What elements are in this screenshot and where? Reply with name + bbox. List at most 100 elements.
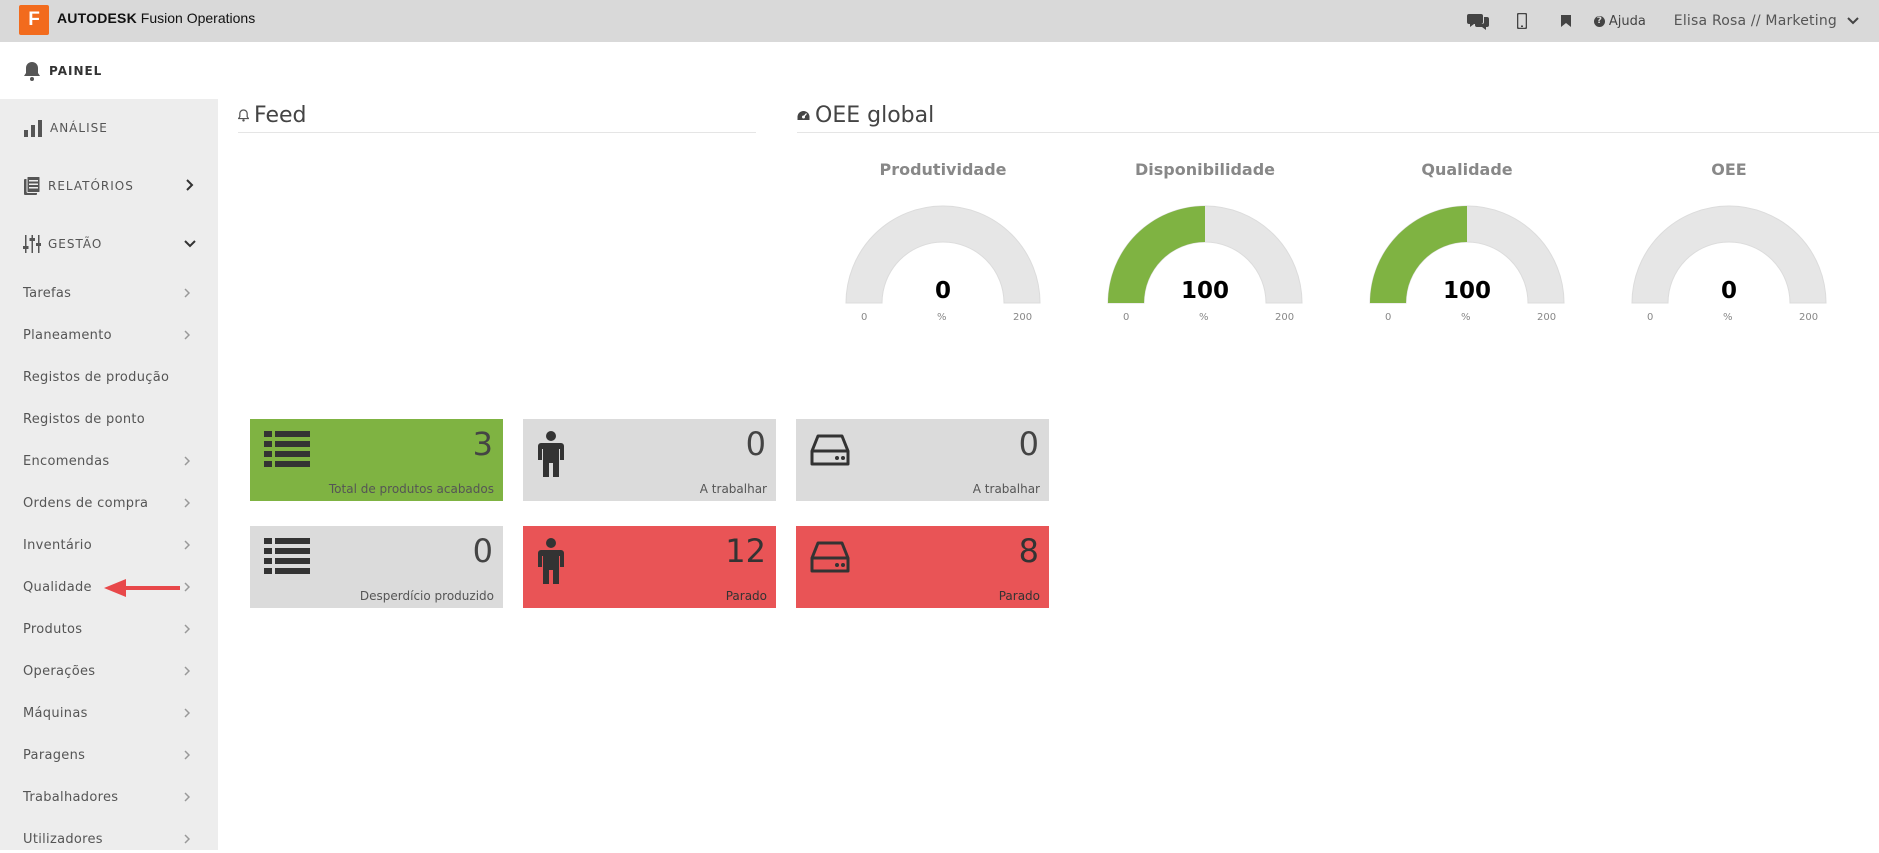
list-icon (264, 431, 310, 467)
sidebar-item-utilizadores[interactable]: Utilizadores (0, 825, 218, 853)
tile-value: 8 (1018, 532, 1039, 570)
chevron-right-icon (184, 582, 190, 592)
sidebar-section-label: RELATÓRIOS (48, 179, 134, 193)
gauge-min: 0 (861, 312, 868, 323)
tile-trabalhadores-parado[interactable]: 12 Parado (523, 526, 776, 608)
chevron-right-icon (184, 540, 190, 550)
chevron-right-icon (184, 708, 190, 718)
sidebar-item-label: Utilizadores (23, 831, 103, 847)
gauge-value: 100 (1442, 278, 1491, 304)
sidebar-item-tarefas[interactable]: Tarefas (0, 279, 218, 307)
brand-product: Fusion Operations (140, 10, 256, 26)
sidebar-item-registos-producao[interactable]: Registos de produção (0, 363, 218, 391)
painel-label: PAINEL (49, 63, 103, 78)
chevron-right-icon (184, 456, 190, 466)
brand-bold: AUTODESK (57, 10, 137, 26)
gauge-produtividade: Produtividade 0 0 % 200 (833, 160, 1053, 330)
sidebar-item-maquinas[interactable]: Máquinas (0, 699, 218, 727)
chevron-right-icon (184, 288, 190, 298)
sidebar-item-label: Ordens de compra (23, 495, 149, 511)
tile-label: Total de produtos acabados (328, 482, 494, 496)
painel-nav[interactable]: PAINEL (0, 42, 1879, 99)
gauge-min: 0 (1123, 312, 1130, 323)
sidebar-item-encomendas[interactable]: Encomendas (0, 447, 218, 475)
bookmark-icon[interactable] (1544, 0, 1588, 42)
list-icon (264, 538, 310, 574)
chevron-right-icon (184, 792, 190, 802)
sidebar-section-relatorios[interactable]: RELATÓRIOS (0, 166, 218, 206)
sidebar-item-registos-ponto[interactable]: Registos de ponto (0, 405, 218, 433)
gauge-min: 0 (1647, 312, 1654, 323)
gauge-max: 200 (1799, 312, 1819, 323)
tile-value: 12 (725, 532, 766, 570)
gauge-max: 200 (1275, 312, 1295, 323)
gauge-oee: OEE 0 0 % 200 (1619, 160, 1839, 330)
machine-icon (810, 434, 850, 466)
sidebar-item-label: Registos de ponto (23, 411, 146, 427)
sidebar: ANÁLISE RELATÓRIOS GESTÃO Tarefas Planea… (0, 99, 218, 850)
top-bar: F AUTODESK Fusion Operations ? Ajuda Eli… (0, 0, 1879, 42)
sidebar-item-inventario[interactable]: Inventário (0, 531, 218, 559)
sidebar-item-planeamento[interactable]: Planeamento (0, 321, 218, 349)
gauge-value: 0 (1720, 278, 1737, 304)
gauge-value: 100 (1180, 278, 1229, 304)
sidebar-item-label: Trabalhadores (23, 789, 119, 805)
question-icon: ? (1593, 15, 1605, 27)
worker-icon (538, 538, 564, 584)
chevron-right-icon (184, 834, 190, 844)
sidebar-item-label: Encomendas (23, 453, 110, 469)
tile-desperdicio[interactable]: 0 Desperdício produzido (250, 526, 503, 608)
feed-header: Feed (238, 99, 756, 133)
sidebar-item-label: Paragens (23, 747, 86, 763)
sidebar-section-label: GESTÃO (48, 237, 103, 251)
tile-value: 0 (745, 425, 766, 463)
sidebar-section-analise[interactable]: ANÁLISE (0, 108, 218, 148)
bell-icon (24, 61, 40, 81)
tile-label: Parado (998, 589, 1040, 603)
mobile-icon[interactable] (1500, 0, 1544, 42)
chevron-right-icon (184, 330, 190, 340)
chevron-right-icon (186, 179, 194, 191)
worker-icon (538, 431, 564, 477)
sidebar-item-operacoes[interactable]: Operações (0, 657, 218, 685)
feed-title: Feed (254, 103, 307, 128)
tile-maquinas-parado[interactable]: 8 Parado (796, 526, 1049, 608)
sidebar-item-ordens-compra[interactable]: Ordens de compra (0, 489, 218, 517)
gauge-unit: % (1199, 312, 1209, 323)
dashboard-icon (797, 111, 810, 120)
tile-maquinas-a-trabalhar[interactable]: 0 A trabalhar (796, 419, 1049, 501)
gauge-title: Disponibilidade (1134, 160, 1276, 179)
oee-title: OEE global (815, 103, 935, 128)
tile-label: A trabalhar (699, 482, 767, 496)
chevron-right-icon (184, 666, 190, 676)
chevron-right-icon (184, 498, 190, 508)
gauge-title: OEE (1711, 160, 1747, 179)
sidebar-item-label: Máquinas (23, 705, 88, 721)
tile-value: 3 (472, 425, 493, 463)
tile-produtos-acabados[interactable]: 3 Total de produtos acabados (250, 419, 503, 501)
sidebar-item-label: Planeamento (23, 327, 112, 343)
gauge-disponibilidade: Disponibilidade 100 0 % 200 (1095, 160, 1315, 330)
sidebar-item-trabalhadores[interactable]: Trabalhadores (0, 783, 218, 811)
sidebar-section-gestao[interactable]: GESTÃO (0, 224, 218, 264)
gauge-unit: % (1723, 312, 1733, 323)
user-menu[interactable]: Elisa Rosa // Marketing (1674, 13, 1859, 29)
sliders-icon (23, 235, 41, 253)
gauge-max: 200 (1013, 312, 1033, 323)
chat-icon[interactable] (1456, 0, 1500, 42)
help-link[interactable]: ? Ajuda (1593, 14, 1646, 29)
app-logo[interactable]: F (19, 5, 49, 35)
sidebar-item-produtos[interactable]: Produtos (0, 615, 218, 643)
gauge-min: 0 (1385, 312, 1392, 323)
chevron-down-icon (1847, 17, 1859, 25)
gauge-unit: % (1461, 312, 1471, 323)
sidebar-item-paragens[interactable]: Paragens (0, 741, 218, 769)
gauge-qualidade: Qualidade 100 0 % 200 (1357, 160, 1577, 330)
gauge-title: Qualidade (1421, 160, 1513, 179)
machine-icon (810, 541, 850, 573)
tile-label: A trabalhar (972, 482, 1040, 496)
tile-trabalhadores-a-trabalhar[interactable]: 0 A trabalhar (523, 419, 776, 501)
sidebar-item-label: Inventário (23, 537, 92, 553)
tile-value: 0 (472, 532, 493, 570)
sidebar-item-label: Operações (23, 663, 96, 679)
